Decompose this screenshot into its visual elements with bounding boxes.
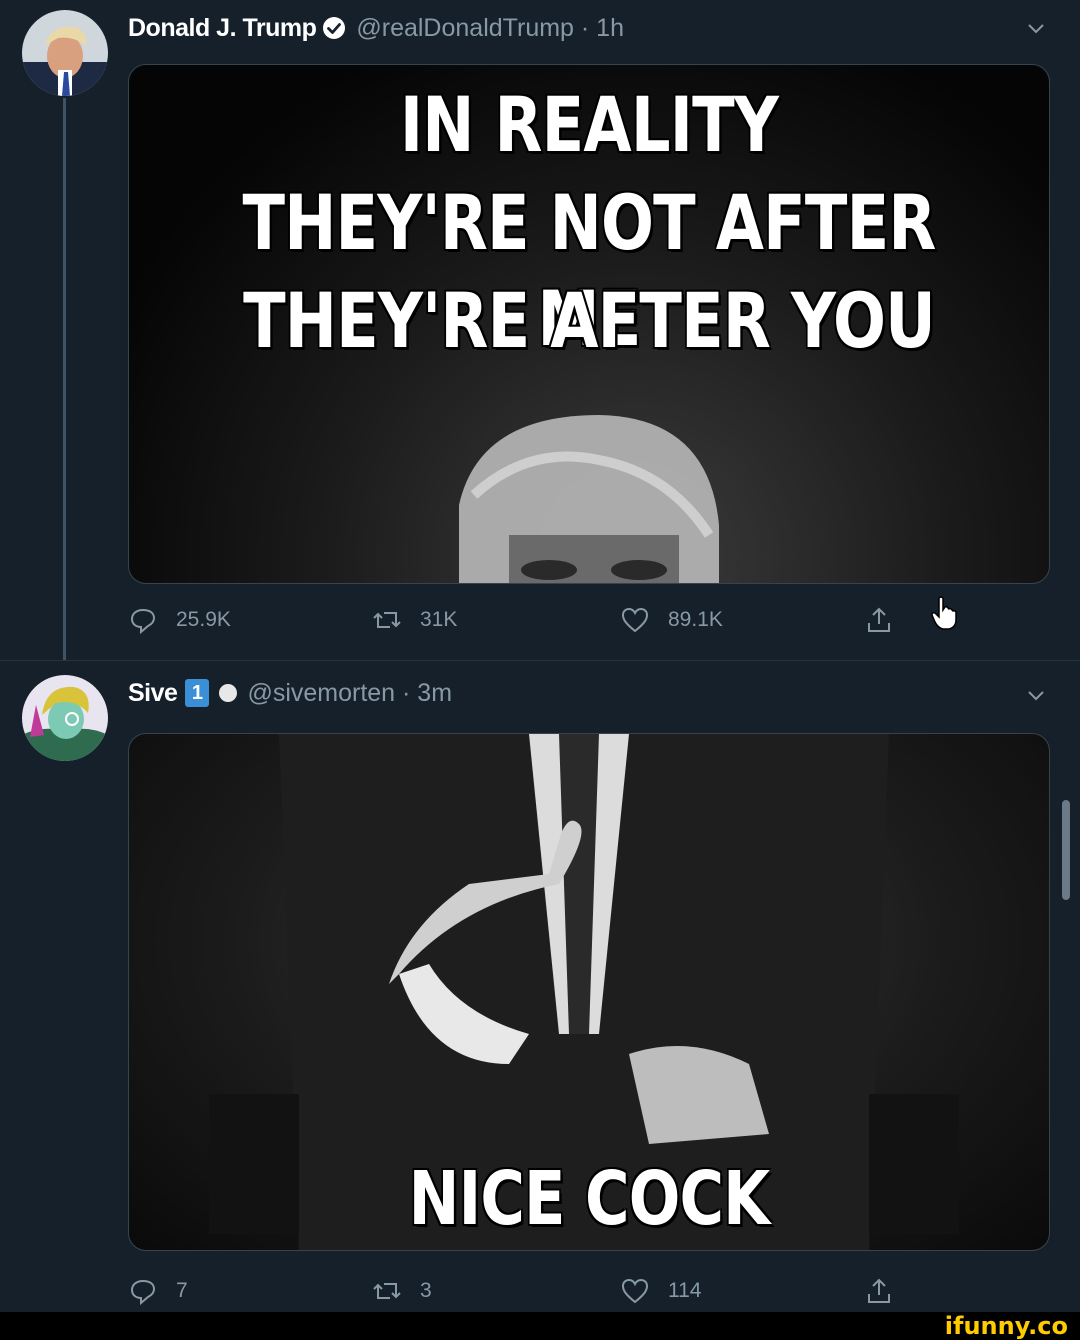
share-icon (868, 607, 890, 632)
display-name[interactable]: Donald J. Trump (128, 14, 317, 43)
like-count: 114 (668, 1279, 702, 1302)
reply-icon (130, 1279, 156, 1306)
tweet-actions: 25.9K 31K 89.1K (128, 600, 968, 640)
handle-and-time[interactable]: @realDonaldTrump · 1h (356, 14, 624, 43)
handle-and-time[interactable]: @sivemorten · 3m (247, 679, 452, 708)
avatar-sive[interactable] (22, 675, 108, 761)
retweet-button[interactable]: 31K (372, 600, 457, 640)
tweet-sivemorten[interactable]: Sive 1 @sivemorten · 3m NICE COCK 7 3 11… (0, 660, 1080, 1312)
avatar-trump[interactable] (22, 10, 108, 96)
reply-count: 7 (176, 1279, 188, 1302)
watermark-bar (0, 1312, 1080, 1340)
ifunny-watermark: ifunny.co (944, 1312, 1068, 1340)
heart-icon (621, 607, 649, 633)
tweet-header: Donald J. Trump @realDonaldTrump · 1h (128, 8, 624, 48)
like-button[interactable]: 114 (620, 1271, 701, 1311)
heart-icon (621, 1278, 649, 1304)
retweet-button[interactable]: 3 (372, 1271, 432, 1311)
verified-badge-icon (322, 16, 346, 40)
thread-connector-line (63, 98, 66, 668)
tweet-header: Sive 1 @sivemorten · 3m (128, 673, 452, 713)
reply-button[interactable]: 7 (128, 1271, 188, 1311)
chevron-down-icon[interactable] (1026, 18, 1046, 38)
share-icon (868, 1278, 890, 1303)
display-name[interactable]: Sive (128, 679, 178, 708)
meme-caption-line-3: THEY'RE AFTER YOU (243, 276, 936, 365)
like-button[interactable]: 89.1K (620, 600, 723, 640)
meme-caption-line-1: IN REALITY (399, 80, 779, 169)
reply-button[interactable]: 25.9K (128, 600, 231, 640)
share-button[interactable] (864, 600, 912, 640)
scrollbar-thumb[interactable] (1062, 800, 1070, 900)
hand-pointer-cursor-icon (931, 596, 957, 630)
chevron-down-icon[interactable] (1026, 685, 1046, 705)
retweet-icon (373, 612, 401, 628)
tweet-image[interactable]: NICE COCK (128, 733, 1050, 1251)
retweet-icon (373, 1283, 401, 1299)
reply-count: 25.9K (176, 608, 231, 631)
tweet-image[interactable]: IN REALITY THEY'RE NOT AFTER ME THEY'RE … (128, 64, 1050, 584)
retweet-count: 3 (420, 1279, 432, 1302)
reply-icon (130, 608, 156, 635)
meme-caption: NICE COCK (408, 1156, 771, 1242)
number-badge: 1 (185, 679, 210, 707)
circle-emoji-icon (219, 684, 238, 702)
share-button[interactable] (864, 1271, 912, 1311)
like-count: 89.1K (668, 608, 723, 631)
tweet-realdonaldtrump[interactable]: Donald J. Trump @realDonaldTrump · 1h IN… (0, 0, 1080, 668)
tweet-actions: 7 3 114 (128, 1271, 968, 1311)
retweet-count: 31K (420, 608, 458, 631)
